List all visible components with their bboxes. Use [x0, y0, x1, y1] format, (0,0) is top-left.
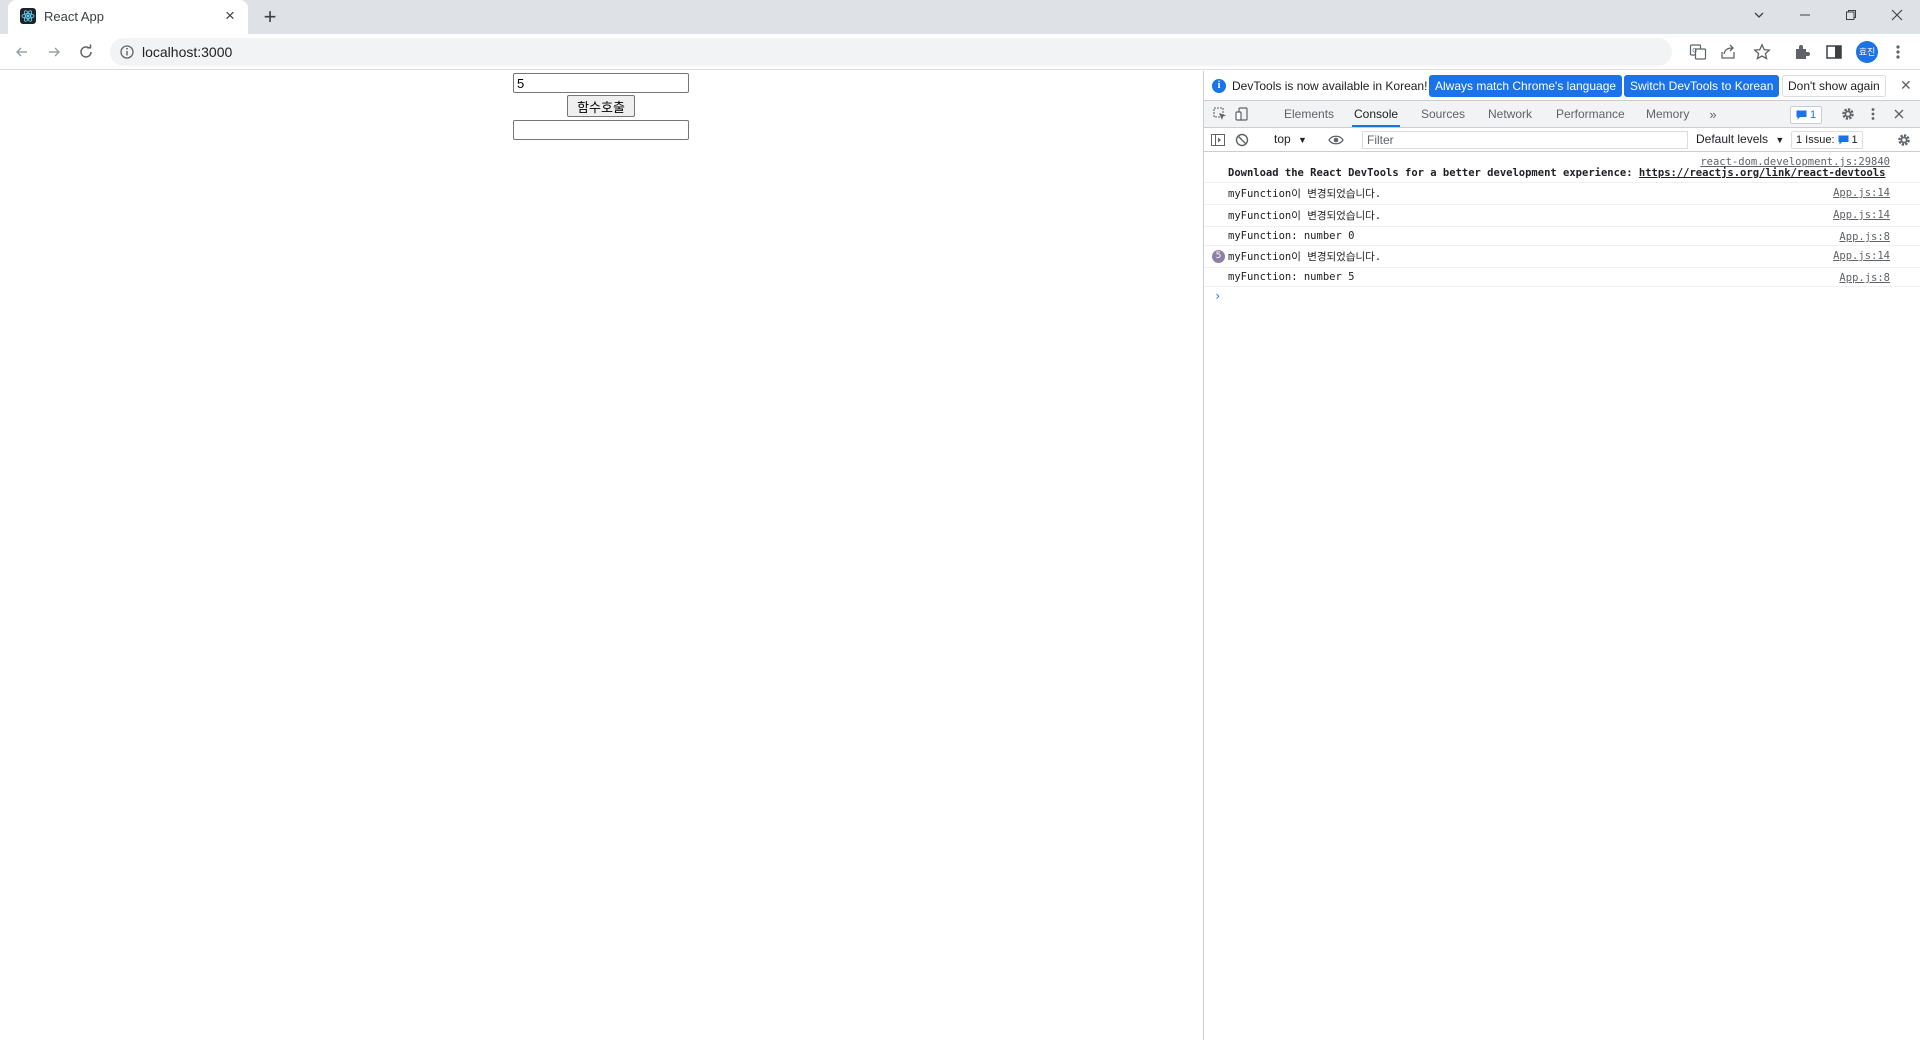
number-input[interactable] — [513, 73, 689, 93]
page-viewport: 함수호출 — [0, 71, 1203, 1040]
devtools-tabbar: Elements Console Sources Network Perform… — [1204, 101, 1920, 128]
profile-avatar[interactable]: 효진 — [1856, 41, 1878, 63]
tab-console[interactable]: Console — [1352, 101, 1401, 127]
repeat-count-badge: 5 — [1212, 250, 1225, 263]
devtools-panel: i DevTools is now available in Korean! A… — [1203, 71, 1920, 1040]
browser-tab[interactable]: React App × — [8, 0, 248, 34]
console-output: react-dom.development.js:29840 Download … — [1204, 152, 1920, 307]
console-row: react-dom.development.js:29840 Download … — [1204, 152, 1920, 183]
console-message: myFunction: number 5 — [1228, 271, 1355, 283]
console-row: App.js:8 myFunction: number 5 — [1204, 268, 1920, 287]
dropdown-arrow-icon: ▼ — [1298, 135, 1307, 145]
tab-performance[interactable]: Performance — [1554, 101, 1627, 127]
console-message: myFunction이 변경되었습니다. — [1228, 188, 1382, 200]
console-message: myFunction이 변경되었습니다. — [1228, 210, 1382, 222]
messages-badge[interactable]: 1 — [1790, 106, 1823, 124]
issues-button[interactable]: 1 Issue: 1 — [1791, 131, 1863, 149]
extensions-icon[interactable] — [1792, 42, 1812, 62]
console-source-link[interactable]: App.js:8 — [1839, 231, 1890, 243]
new-tab-icon[interactable]: + — [258, 5, 282, 29]
devtools-menu-icon[interactable] — [1865, 106, 1881, 122]
share-icon[interactable] — [1718, 42, 1738, 62]
site-info-icon[interactable] — [119, 44, 135, 60]
console-row: 5 App.js:14 myFunction이 변경되었습니다. — [1204, 246, 1920, 268]
browser-toolbar: localhost:3000 G 효진 — [0, 34, 1920, 70]
bookmark-star-icon[interactable] — [1752, 42, 1772, 62]
tab-sources[interactable]: Sources — [1419, 101, 1467, 127]
call-function-button[interactable]: 함수호출 — [567, 95, 635, 117]
dropdown-arrow-icon: ▼ — [1775, 135, 1785, 145]
console-settings-gear-icon[interactable] — [1896, 132, 1912, 148]
result-input[interactable] — [513, 120, 689, 140]
console-row: App.js:8 myFunction: number 0 — [1204, 227, 1920, 246]
tab-strip: React App × + — [0, 0, 1920, 34]
console-prompt-line[interactable]: › — [1204, 287, 1920, 307]
log-levels-dropdown[interactable]: Default levels ▼ — [1696, 132, 1784, 146]
console-sidebar-icon[interactable] — [1210, 132, 1226, 148]
issues-count: 1 — [1851, 134, 1858, 146]
settings-gear-icon[interactable] — [1840, 106, 1856, 122]
react-logo-icon — [20, 8, 36, 24]
dont-show-again-button[interactable]: Don't show again — [1782, 75, 1886, 97]
close-devtools-icon[interactable] — [1891, 106, 1907, 122]
console-row: App.js:14 myFunction이 변경되었습니다. — [1204, 205, 1920, 227]
message-icon — [1796, 110, 1807, 120]
console-message: myFunction: number 0 — [1228, 230, 1355, 242]
console-message: myFunction이 변경되었습니다. — [1228, 251, 1382, 263]
reload-icon[interactable] — [74, 40, 98, 64]
context-value: top — [1274, 132, 1291, 146]
inspect-element-icon[interactable] — [1212, 106, 1228, 122]
console-message: Download the React DevTools for a better… — [1228, 167, 1892, 179]
tab-memory[interactable]: Memory — [1644, 101, 1691, 127]
console-source-link[interactable]: App.js:8 — [1839, 272, 1890, 284]
chrome-menu-icon[interactable] — [1888, 42, 1908, 62]
messages-count: 1 — [1810, 109, 1817, 121]
console-source-link[interactable]: App.js:14 — [1833, 209, 1890, 221]
device-toolbar-icon[interactable] — [1234, 106, 1250, 122]
language-infobar: i DevTools is now available in Korean! A… — [1204, 71, 1920, 101]
tab-title: React App — [44, 9, 104, 24]
minimize-icon[interactable] — [1782, 0, 1828, 30]
always-match-language-button[interactable]: Always match Chrome's language — [1429, 75, 1623, 97]
more-tabs-icon[interactable]: » — [1705, 106, 1721, 122]
infobar-text: DevTools is now available in Korean! — [1232, 79, 1428, 93]
console-row: App.js:14 myFunction이 변경되었습니다. — [1204, 183, 1920, 205]
close-window-icon[interactable] — [1874, 0, 1920, 30]
switch-to-korean-button[interactable]: Switch DevTools to Korean — [1624, 75, 1780, 97]
log-levels-label: Default levels — [1696, 132, 1769, 146]
back-icon[interactable] — [10, 40, 34, 64]
tab-search-icon[interactable] — [1736, 0, 1782, 30]
console-source-link[interactable]: react-dom.development.js:29840 — [1700, 156, 1890, 168]
forward-icon[interactable] — [42, 40, 66, 64]
console-source-link[interactable]: App.js:14 — [1833, 187, 1890, 199]
live-expression-eye-icon[interactable] — [1328, 132, 1344, 148]
address-bar[interactable]: localhost:3000 — [110, 38, 1672, 66]
clear-console-icon[interactable] — [1234, 132, 1250, 148]
console-prompt-icon: › — [1214, 289, 1222, 303]
close-infobar-icon[interactable]: ✕ — [1900, 77, 1912, 94]
svg-text:G: G — [1692, 48, 1697, 55]
console-source-link[interactable]: App.js:14 — [1833, 250, 1890, 262]
issues-label: 1 Issue: — [1796, 134, 1835, 146]
url-text: localhost:3000 — [142, 44, 233, 60]
restore-icon[interactable] — [1828, 0, 1874, 30]
context-selector[interactable]: top ▼ — [1274, 132, 1307, 146]
tab-elements[interactable]: Elements — [1282, 101, 1336, 127]
info-icon: i — [1212, 79, 1226, 93]
message-icon — [1838, 135, 1849, 145]
console-filter-input[interactable] — [1362, 131, 1688, 149]
close-tab-icon[interactable]: × — [220, 6, 240, 26]
side-panel-icon[interactable] — [1824, 42, 1844, 62]
react-devtools-link[interactable]: https://reactjs.org/link/react-devtools — [1639, 167, 1886, 179]
translate-icon[interactable]: G — [1688, 42, 1708, 62]
console-message-text: Download the React DevTools for a better… — [1228, 167, 1639, 179]
tab-network[interactable]: Network — [1486, 101, 1534, 127]
console-toolbar: top ▼ Default levels ▼ 1 Issue: 1 — [1204, 128, 1920, 152]
